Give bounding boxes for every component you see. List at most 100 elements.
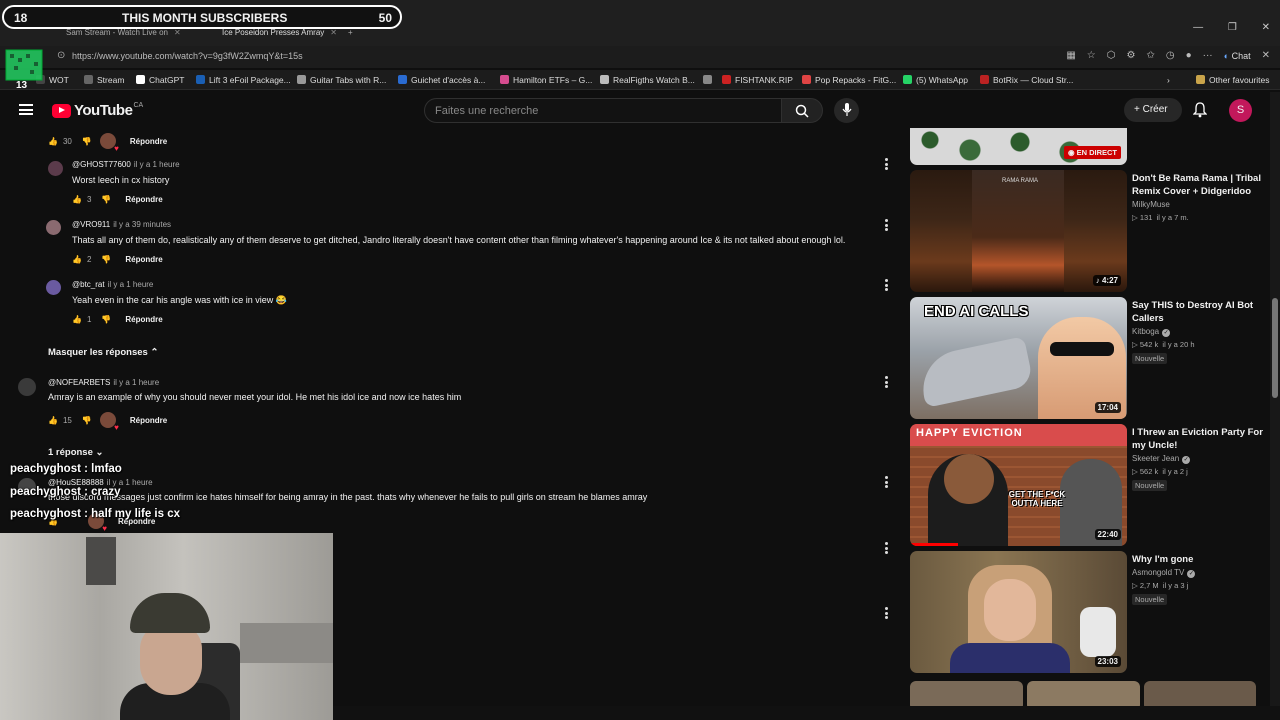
bookmark-item[interactable]: (5) WhatsApp	[903, 75, 968, 85]
reply-button[interactable]: Répondre	[130, 416, 167, 425]
bookmark-item[interactable]: RealFigths Watch B...	[600, 75, 695, 85]
youtube-logo[interactable]: YouTube CA	[52, 102, 143, 119]
bookmark-item[interactable]: Hamilton ETFs – G...	[500, 75, 592, 85]
account-avatar[interactable]: S	[1229, 99, 1252, 122]
related-video[interactable]: HAPPY EVICTION GET THE F*CK OUTTA HERE 2…	[910, 424, 1270, 546]
history-icon[interactable]: ◷	[1166, 50, 1175, 61]
hamburger-menu-icon[interactable]	[19, 104, 33, 115]
bookmark-item[interactable]: ChatGPT	[136, 75, 184, 85]
like-icon[interactable]: 👍	[48, 416, 58, 425]
author-handle[interactable]: @btc_rat	[72, 280, 105, 289]
video-thumbnail[interactable]: RAMA RAMA ♪ 4:27	[910, 170, 1127, 292]
related-video[interactable]: ◉ EN DIRECT	[910, 128, 1270, 165]
like-icon[interactable]: 👍	[72, 255, 82, 264]
bookmark-item[interactable]: Stream	[84, 75, 124, 85]
search-input[interactable]: Faites une recherche	[424, 98, 782, 123]
app-grid-icon[interactable]: ▦	[1066, 50, 1075, 61]
page-scrollbar[interactable]	[1270, 92, 1280, 708]
bookmark-item[interactable]	[703, 75, 716, 85]
video-thumbnail[interactable]: ◉ EN DIRECT	[910, 128, 1127, 165]
comment-menu-icon[interactable]	[885, 542, 889, 556]
channel-label[interactable]: Skeeter Jean	[1132, 454, 1179, 463]
short-thumbnail[interactable]	[1027, 681, 1140, 708]
channel-name[interactable]: Kitboga ✓	[1132, 327, 1171, 337]
avatar[interactable]	[18, 378, 36, 396]
related-video[interactable]: RAMA RAMA ♪ 4:27 Don't Be Rama Rama | Tr…	[910, 170, 1270, 292]
close-sidebar-icon[interactable]: ✕	[1262, 50, 1270, 61]
dislike-icon[interactable]: 👎	[101, 315, 111, 324]
comment-author[interactable]: @VRO911 il y a 39 minutes	[72, 220, 171, 229]
comment-menu-icon[interactable]	[885, 476, 889, 490]
bookmarks-overflow-chevron-icon[interactable]: ›	[1167, 75, 1170, 85]
bookmark-item[interactable]: Lift 3 eFoil Package...	[196, 75, 291, 85]
dislike-icon[interactable]: 👎	[82, 137, 92, 146]
other-favourites-folder[interactable]: Other favourites	[1196, 75, 1269, 85]
scrollbar-thumb[interactable]	[1272, 298, 1278, 398]
video-title[interactable]: Say THIS to Destroy AI Bot Callers	[1132, 299, 1267, 325]
video-thumbnail[interactable]: END AI CALLS 17:04	[910, 297, 1127, 419]
related-video[interactable]: END AI CALLS 17:04 Say THIS to Destroy A…	[910, 297, 1270, 419]
short-thumbnail[interactable]	[910, 681, 1023, 708]
video-title[interactable]: Don't Be Rama Rama | Tribal Remix Cover …	[1132, 172, 1267, 198]
like-icon[interactable]: 👍	[72, 195, 82, 204]
voice-search-button[interactable]	[834, 98, 859, 123]
favorites-icon[interactable]: ✩	[1146, 50, 1154, 61]
short-thumbnail[interactable]	[1144, 681, 1256, 708]
channel-label[interactable]: Asmongold TV	[1132, 568, 1184, 577]
site-info-icon[interactable]: ⊙	[57, 50, 65, 61]
dislike-icon[interactable]: 👎	[101, 195, 111, 204]
bookmark-item[interactable]: FISHTANK.RIP	[722, 75, 793, 85]
author-handle[interactable]: @NOFEARBETS	[48, 378, 110, 387]
comment-author[interactable]: @btc_rat il y a 1 heure	[72, 280, 153, 289]
comment-menu-icon[interactable]	[885, 219, 889, 233]
like-icon[interactable]: 👍	[72, 315, 82, 324]
channel-name[interactable]: Skeeter Jean ✓	[1132, 454, 1191, 464]
copilot-chat-button[interactable]: ◐ Chat	[1224, 51, 1251, 61]
favorite-star-icon[interactable]: ☆	[1087, 50, 1096, 61]
video-title[interactable]: Why I'm gone	[1132, 553, 1267, 566]
channel-name[interactable]: MilkyMuse	[1132, 200, 1170, 209]
bookmark-item[interactable]: Pop Repacks - FitG...	[802, 75, 896, 85]
search-button[interactable]	[781, 98, 823, 123]
comment-time[interactable]: il y a 1 heure	[108, 280, 154, 289]
video-thumbnail[interactable]: 23:03	[910, 551, 1127, 673]
close-icon[interactable]: ✕	[330, 28, 337, 37]
show-replies-button[interactable]: 1 réponse ⌄	[48, 447, 104, 458]
video-title[interactable]: I Threw an Eviction Party For my Uncle!	[1132, 426, 1267, 452]
comment-author[interactable]: @GHOST77600 il y a 1 heure	[72, 160, 180, 169]
avatar[interactable]	[46, 280, 61, 295]
avatar[interactable]	[48, 161, 63, 176]
comment-time[interactable]: il y a 1 heure	[113, 378, 159, 387]
author-handle[interactable]: @GHOST77600	[72, 160, 131, 169]
url-field[interactable]: https://www.youtube.com/watch?v=9g3fW2Zw…	[72, 51, 303, 61]
reply-button[interactable]: Répondre	[125, 195, 162, 204]
close-icon[interactable]: ✕	[174, 28, 181, 37]
reply-button[interactable]: Répondre	[130, 137, 167, 146]
minimize-icon[interactable]: —	[1193, 22, 1203, 33]
channel-name[interactable]: Asmongold TV ✓	[1132, 568, 1196, 578]
video-thumbnail[interactable]: HAPPY EVICTION GET THE F*CK OUTTA HERE 2…	[910, 424, 1127, 546]
dislike-icon[interactable]: 👎	[101, 255, 111, 264]
comment-author[interactable]: @NOFEARBETS il y a 1 heure	[48, 378, 159, 387]
comment-menu-icon[interactable]	[885, 376, 889, 390]
hide-replies-button[interactable]: Masquer les réponses ⌃	[48, 347, 158, 358]
avatar[interactable]	[46, 220, 61, 235]
bookmark-item[interactable]: Guitar Tabs with R...	[297, 75, 386, 85]
author-handle[interactable]: @VRO911	[72, 220, 110, 229]
extension-icon[interactable]: ⬡	[1107, 50, 1116, 61]
profile-icon[interactable]: ●	[1186, 50, 1192, 61]
comment-menu-icon[interactable]	[885, 158, 889, 172]
like-icon[interactable]: 👍	[48, 137, 58, 146]
channel-label[interactable]: Kitboga	[1132, 327, 1159, 336]
reply-button[interactable]: Répondre	[125, 255, 162, 264]
comment-time[interactable]: il y a 1 heure	[134, 160, 180, 169]
reply-button[interactable]: Répondre	[125, 315, 162, 324]
related-video[interactable]: 23:03 Why I'm gone Asmongold TV ✓ ▷ 2,7 M…	[910, 551, 1270, 673]
notifications-bell-icon[interactable]	[1193, 102, 1207, 118]
close-window-icon[interactable]: ✕	[1262, 22, 1270, 33]
tools-icon[interactable]: ⚙	[1127, 50, 1136, 61]
bookmark-item[interactable]: BotRix — Cloud Str...	[980, 75, 1073, 85]
more-icon[interactable]: ···	[1203, 50, 1213, 61]
comment-time[interactable]: il y a 39 minutes	[113, 220, 171, 229]
comment-menu-icon[interactable]	[885, 607, 889, 621]
